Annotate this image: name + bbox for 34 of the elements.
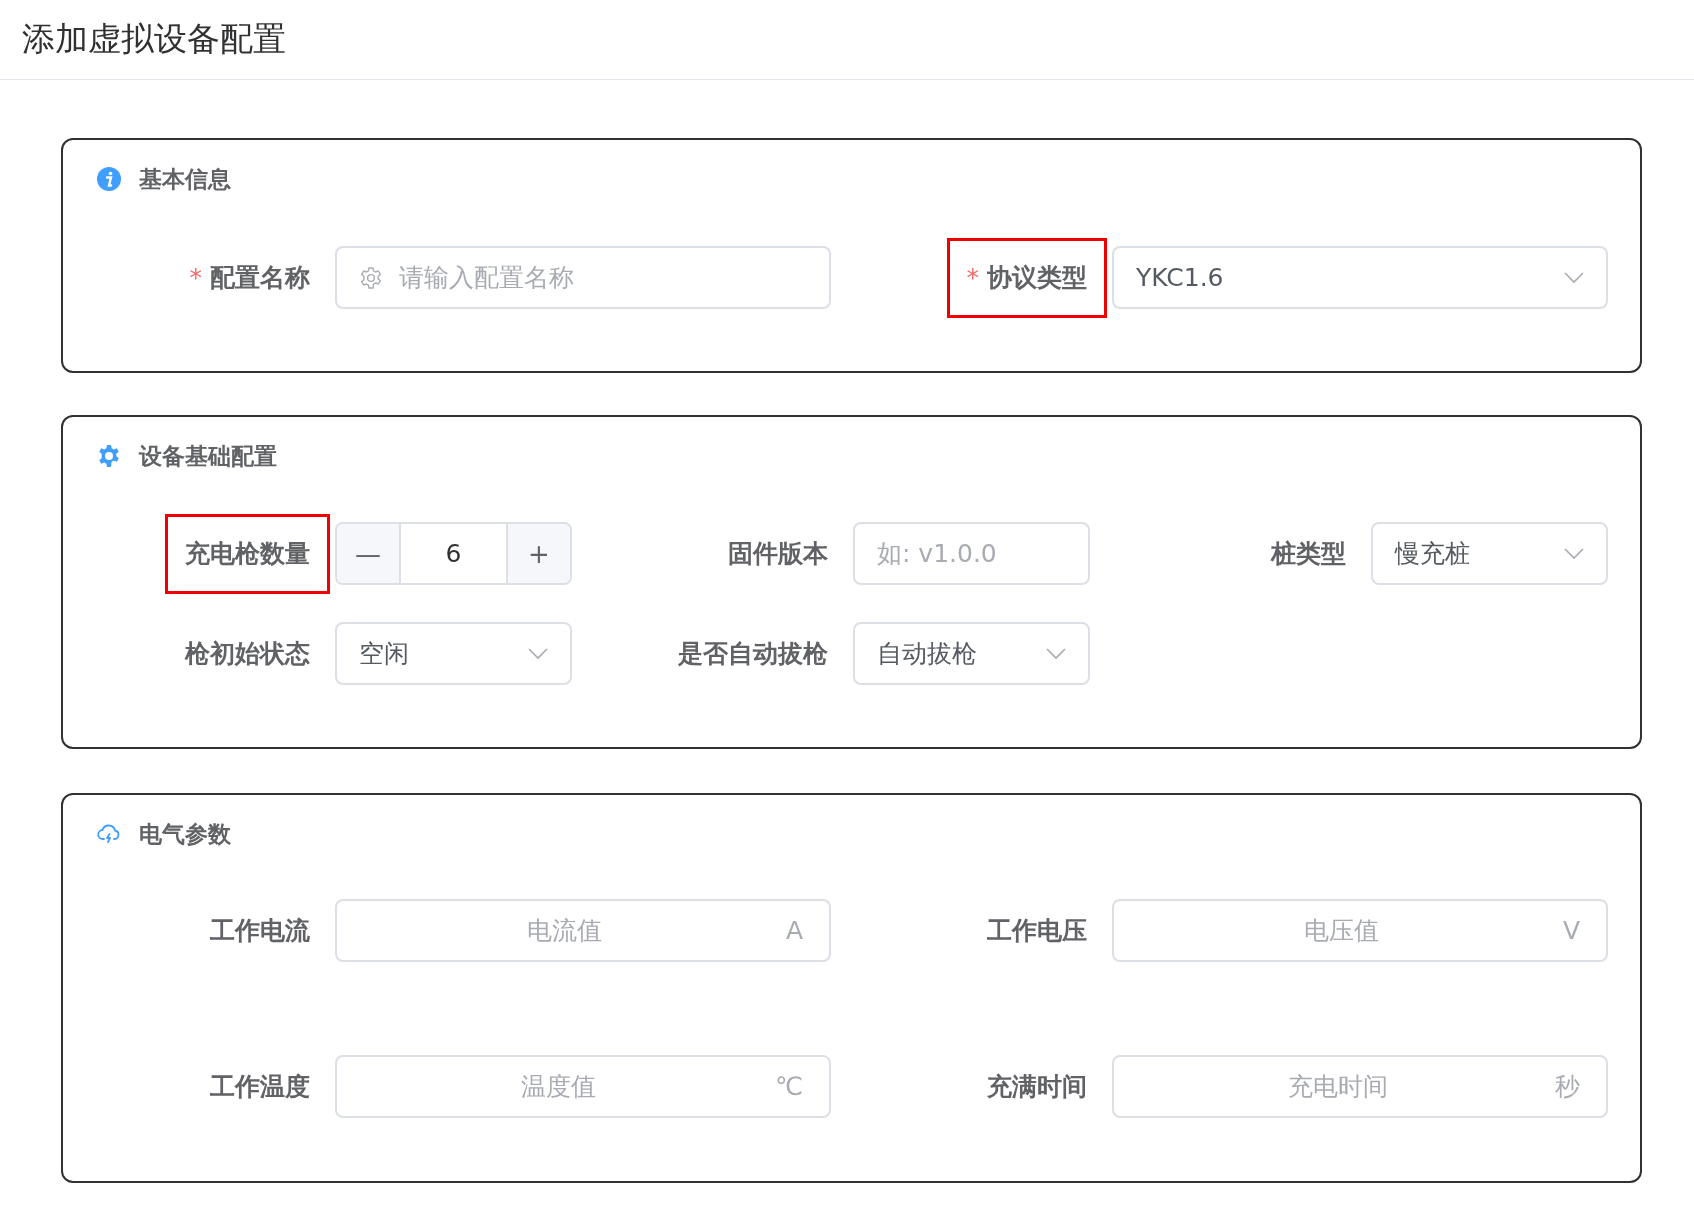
field-label: 固件版本 (727, 538, 829, 570)
field-label: 工作温度 (209, 1071, 311, 1103)
settings-icon (359, 265, 383, 290)
unit-label: V (1562, 916, 1580, 945)
stepper-value[interactable]: 6 (401, 539, 506, 568)
section-title: 基本信息 (139, 164, 231, 194)
info-icon (97, 167, 121, 191)
chevron-down-icon (528, 647, 548, 660)
field-label: 桩类型 (1269, 538, 1347, 570)
select-field[interactable]: 自动拔枪 (853, 622, 1090, 685)
select-field[interactable]: YKC1.6 (1112, 246, 1608, 309)
chevron-down-icon (1564, 271, 1584, 284)
section-title: 设备基础配置 (139, 441, 277, 471)
field-label: 工作电压 (986, 915, 1088, 947)
section-title: 电气参数 (139, 819, 231, 849)
field-label: 枪初始状态 (183, 638, 311, 670)
select-field[interactable]: 慢充桩 (1371, 522, 1608, 585)
unit-label: A (785, 916, 803, 945)
highlighted-label: 充电枪数量 (165, 513, 330, 594)
field-label: 是否自动拔枪 (677, 638, 829, 670)
increment-button[interactable]: + (506, 524, 570, 583)
chevron-down-icon (1564, 547, 1584, 560)
field-label: 工作电流 (209, 915, 311, 947)
chevron-down-icon (1046, 647, 1066, 660)
unit-label: 秒 (1555, 1071, 1580, 1103)
page-title: 添加虚拟设备配置 (22, 18, 286, 60)
field-label: * 配置名称 (188, 262, 311, 294)
field-label: 充满时间 (986, 1071, 1088, 1103)
unit-label: ℃ (774, 1072, 803, 1101)
decrement-button[interactable]: — (337, 524, 401, 583)
cloud-lightning-icon (97, 822, 121, 846)
highlighted-label: * 协议类型 (946, 237, 1107, 318)
select-field[interactable]: 空闲 (335, 622, 572, 685)
settings-icon (97, 444, 121, 468)
